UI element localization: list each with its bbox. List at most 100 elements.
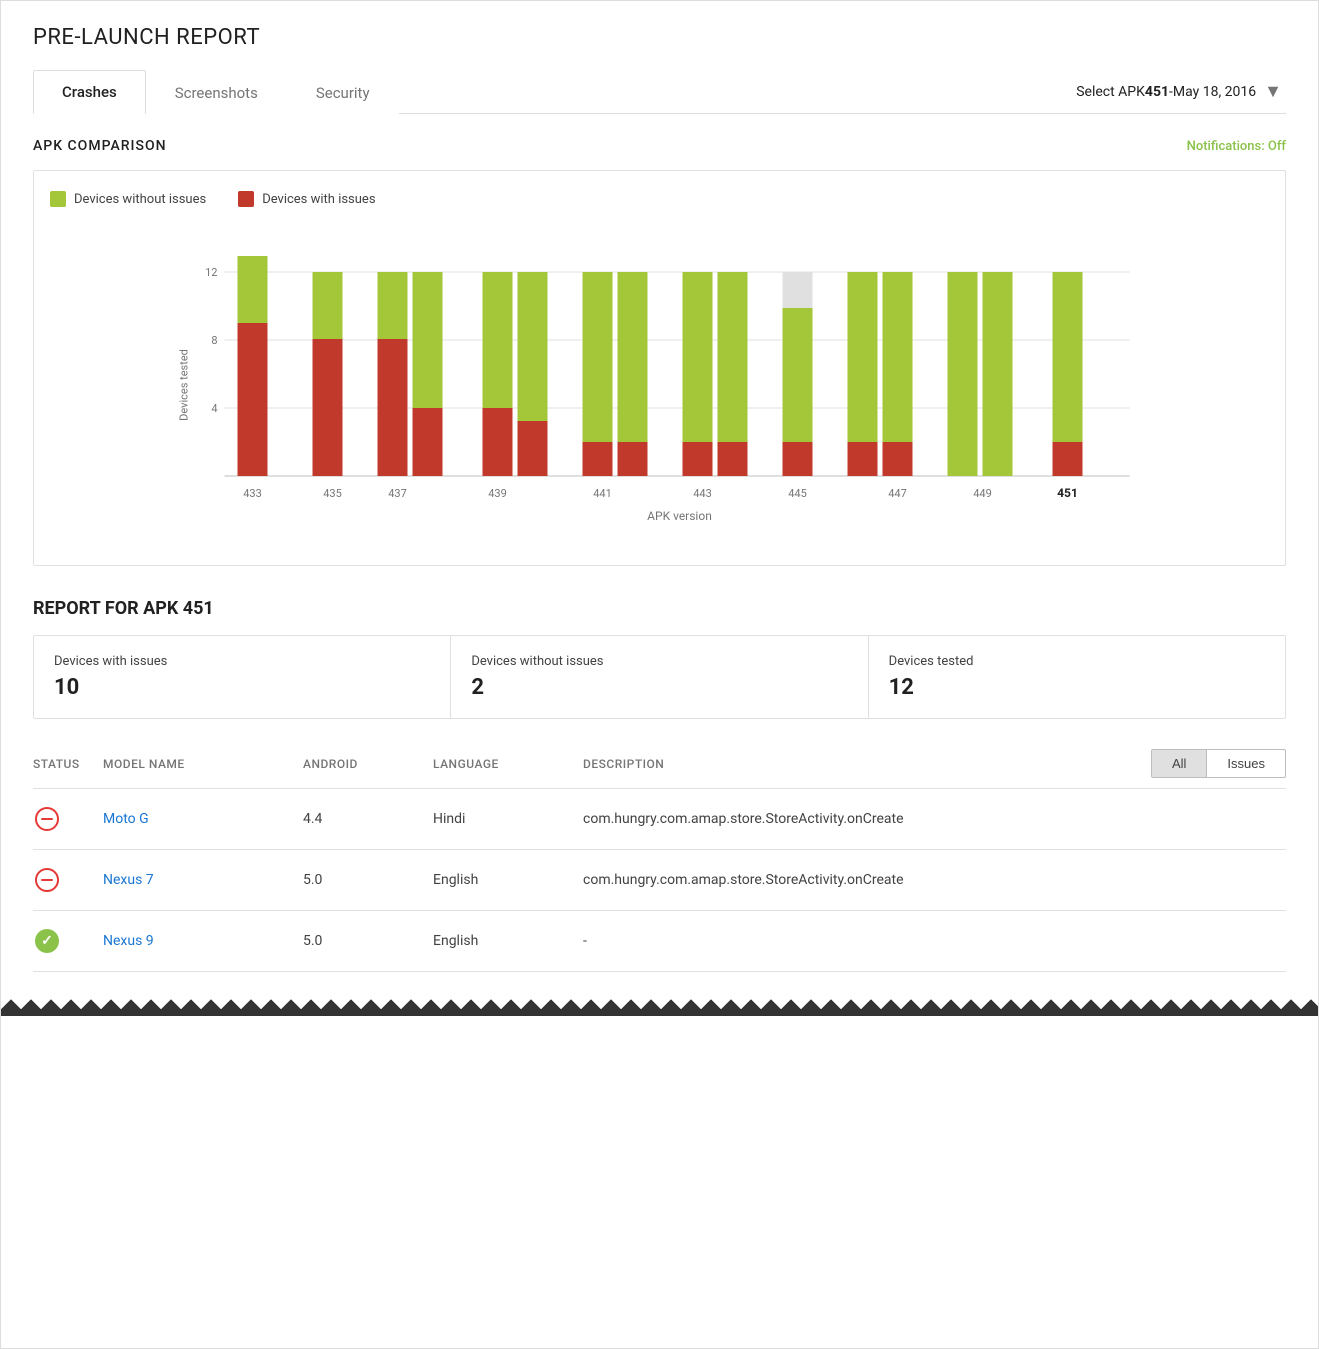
stat-value-without: 2: [471, 675, 847, 700]
bar-437b-without: [413, 272, 443, 408]
x-label-451: 451: [1057, 486, 1078, 500]
bar-443a-with: [683, 442, 713, 476]
row-1-description: com.hungry.com.amap.store.StoreActivity.…: [583, 811, 1286, 827]
col-header-status: STATUS: [33, 757, 103, 771]
bar-437a-without: [378, 272, 408, 339]
row-3-description: -: [583, 933, 1286, 949]
bar-447a-with: [848, 442, 878, 476]
model-link-nexus-7[interactable]: Nexus 7: [103, 872, 154, 888]
table-row: Nexus 9 5.0 English -: [33, 911, 1286, 972]
row-3-android: 5.0: [303, 933, 433, 949]
col-header-language: LANGUAGE: [433, 757, 583, 771]
y-axis-label: Devices tested: [178, 349, 191, 421]
success-icon-1: [33, 927, 61, 955]
col-header-android: ANDROID: [303, 757, 433, 771]
report-section: REPORT FOR APK 451 Devices with issues 1…: [33, 598, 1286, 972]
table-row: Moto G 4.4 Hindi com.hungry.com.amap.sto…: [33, 789, 1286, 850]
error-icon-2: [33, 866, 61, 894]
legend-item-with: Devices with issues: [238, 191, 375, 207]
bar-435-with: [313, 339, 343, 476]
y-tick-8: 8: [211, 334, 217, 347]
bar-443b-without: [718, 272, 748, 442]
bar-445-without: [783, 308, 813, 442]
bar-447a-without: [848, 272, 878, 442]
bar-443b-with: [718, 442, 748, 476]
apk-comparison-title: APK COMPARISON: [33, 138, 167, 154]
bar-443a-without: [683, 272, 713, 442]
tab-screenshots[interactable]: Screenshots: [146, 71, 287, 114]
page-wrapper: PRE-LAUNCH REPORT Crashes Screenshots Se…: [0, 0, 1319, 1349]
filter-issues-button[interactable]: Issues: [1207, 749, 1286, 778]
notifications-label: Notifications: Off: [1187, 139, 1286, 154]
error-circle-2: [35, 868, 59, 892]
apk-comparison-header: APK COMPARISON Notifications: Off: [33, 138, 1286, 154]
legend-dot-without: [50, 191, 66, 207]
tab-crashes[interactable]: Crashes: [33, 70, 146, 114]
row-1-language: Hindi: [433, 811, 583, 827]
legend-label-without: Devices without issues: [74, 192, 206, 207]
row-2-android: 5.0: [303, 872, 433, 888]
bar-441a-with: [583, 442, 613, 476]
row-2-language: English: [433, 872, 583, 888]
bar-441b-with: [618, 442, 648, 476]
model-link-moto-g[interactable]: Moto G: [103, 811, 149, 827]
model-link-nexus-9[interactable]: Nexus 9: [103, 933, 154, 949]
bar-439b-with: [518, 421, 548, 476]
legend-label-with: Devices with issues: [262, 192, 375, 207]
x-label-449: 449: [973, 487, 992, 500]
table-row: Nexus 7 5.0 English com.hungry.com.amap.…: [33, 850, 1286, 911]
y-tick-4: 4: [211, 402, 217, 415]
bar-449a-without: [948, 272, 978, 476]
bar-433-with: [238, 323, 268, 476]
col-header-description: DESCRIPTION: [583, 757, 1151, 771]
stat-label-tested: Devices tested: [889, 654, 1265, 669]
success-circle-1: [35, 929, 59, 953]
row-3-model: Nexus 9: [103, 933, 303, 949]
stat-label-issues: Devices with issues: [54, 654, 430, 669]
stat-label-without: Devices without issues: [471, 654, 847, 669]
x-label-439: 439: [488, 487, 507, 500]
row-1-android: 4.4: [303, 811, 433, 827]
col-header-model: MODEL NAME: [103, 757, 303, 771]
stats-cards: Devices with issues 10 Devices without i…: [33, 635, 1286, 719]
row-1-model: Moto G: [103, 811, 303, 827]
row-3-language: English: [433, 933, 583, 949]
error-circle-1: [35, 807, 59, 831]
filter-buttons: All Issues: [1151, 749, 1286, 778]
stat-value-tested: 12: [889, 675, 1265, 700]
filter-all-button[interactable]: All: [1151, 749, 1207, 778]
bar-441a-without: [583, 272, 613, 442]
chart-legend: Devices without issues Devices with issu…: [50, 191, 1269, 207]
bar-439b-without: [518, 272, 548, 421]
chart-svg: Devices tested 12 8 4: [50, 225, 1269, 545]
x-label-445: 445: [788, 487, 807, 500]
bar-433-without: [238, 256, 268, 323]
bar-451-with: [1053, 442, 1083, 476]
apk-selector-apk: 451: [1145, 84, 1169, 100]
legend-dot-with: [238, 191, 254, 207]
x-label-437: 437: [388, 487, 407, 500]
x-label-435: 435: [323, 487, 342, 500]
bar-437a-with: [378, 339, 408, 476]
x-axis-label: APK version: [647, 509, 712, 523]
bar-441b-without: [618, 272, 648, 442]
page-bottom-decoration: [1, 996, 1318, 1016]
apk-selector[interactable]: Select APK 451 - May 18, 2016 ▼: [1072, 73, 1286, 110]
bar-437b-with: [413, 408, 443, 476]
table-header: STATUS MODEL NAME ANDROID LANGUAGE DESCR…: [33, 739, 1286, 789]
tab-security[interactable]: Security: [287, 71, 399, 114]
bar-435-without: [313, 272, 343, 339]
bar-439-with: [483, 408, 513, 476]
bar-449b-without: [983, 272, 1013, 476]
chart-container: Devices without issues Devices with issu…: [33, 170, 1286, 566]
stat-card-without: Devices without issues 2: [451, 636, 868, 718]
stat-card-tested: Devices tested 12: [869, 636, 1285, 718]
x-label-447: 447: [888, 487, 907, 500]
apk-selector-date: May 18, 2016: [1173, 84, 1256, 100]
report-title: REPORT FOR APK 451: [33, 598, 1286, 619]
row-2-description: com.hungry.com.amap.store.StoreActivity.…: [583, 872, 1286, 888]
bar-chart: Devices tested 12 8 4: [50, 225, 1269, 549]
bar-451-without: [1053, 272, 1083, 442]
page-title: PRE-LAUNCH REPORT: [33, 25, 1286, 50]
row-2-status: [33, 866, 103, 894]
